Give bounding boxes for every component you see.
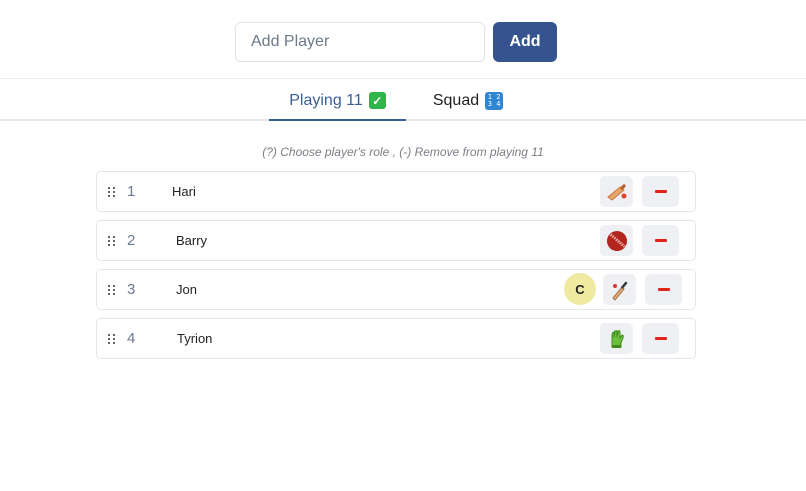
drag-handle-icon[interactable] bbox=[108, 334, 116, 345]
remove-button[interactable] bbox=[642, 323, 679, 354]
tab-bar: Playing 11 ✓ Squad 1 23 4 bbox=[0, 80, 806, 121]
player-name: Tyrion bbox=[177, 331, 213, 346]
drag-handle-icon[interactable] bbox=[108, 187, 116, 198]
player-row: 4 Tyrion bbox=[96, 318, 696, 359]
player-index: 3 bbox=[127, 281, 136, 298]
minus-icon bbox=[654, 337, 667, 340]
role-button[interactable] bbox=[600, 176, 633, 207]
player-index: 2 bbox=[127, 232, 136, 249]
add-button[interactable]: Add bbox=[493, 22, 557, 62]
player-index: 4 bbox=[127, 330, 136, 347]
player-name: Jon bbox=[176, 282, 197, 297]
add-player-input[interactable] bbox=[235, 22, 485, 62]
player-row: 1 Hari bbox=[96, 171, 696, 212]
cricket-ball-icon bbox=[606, 230, 627, 251]
minus-icon bbox=[654, 190, 667, 193]
tab-playing-11[interactable]: Playing 11 ✓ bbox=[269, 80, 406, 121]
numbers-icon: 1 23 4 bbox=[485, 91, 504, 110]
remove-button[interactable] bbox=[645, 274, 682, 305]
tab-playing-11-label: Playing 11 bbox=[289, 91, 363, 109]
minus-icon bbox=[654, 239, 667, 242]
add-player-form: Add bbox=[235, 22, 557, 62]
role-button[interactable] bbox=[600, 225, 633, 256]
player-row: 2 Barry bbox=[96, 220, 696, 261]
remove-button[interactable] bbox=[642, 176, 679, 207]
cricket-bat-ball-icon bbox=[611, 281, 627, 301]
cricket-bat-icon bbox=[606, 183, 626, 201]
role-button[interactable] bbox=[603, 274, 636, 305]
hint-text: (?) Choose player's role , (-) Remove fr… bbox=[262, 145, 544, 159]
player-row: 3 Jon C bbox=[96, 269, 696, 310]
drag-handle-icon[interactable] bbox=[108, 285, 116, 296]
divider bbox=[0, 78, 806, 79]
player-list: 1 Hari 2 Barry 3 Jon C 4 Tyrion bbox=[96, 171, 696, 367]
player-index: 1 bbox=[127, 183, 136, 200]
remove-button[interactable] bbox=[642, 225, 679, 256]
keeper-glove-icon bbox=[611, 329, 624, 348]
player-name: Barry bbox=[176, 233, 208, 248]
active-tab-indicator bbox=[269, 119, 406, 121]
role-button[interactable] bbox=[600, 323, 633, 354]
minus-icon bbox=[657, 288, 670, 291]
tab-squad[interactable]: Squad 1 23 4 bbox=[418, 80, 518, 121]
player-name: Hari bbox=[172, 184, 196, 199]
tab-squad-label: Squad bbox=[432, 91, 480, 109]
captain-badge: C bbox=[564, 273, 596, 305]
drag-handle-icon[interactable] bbox=[108, 236, 116, 247]
check-mark-icon: ✓ bbox=[368, 92, 386, 109]
